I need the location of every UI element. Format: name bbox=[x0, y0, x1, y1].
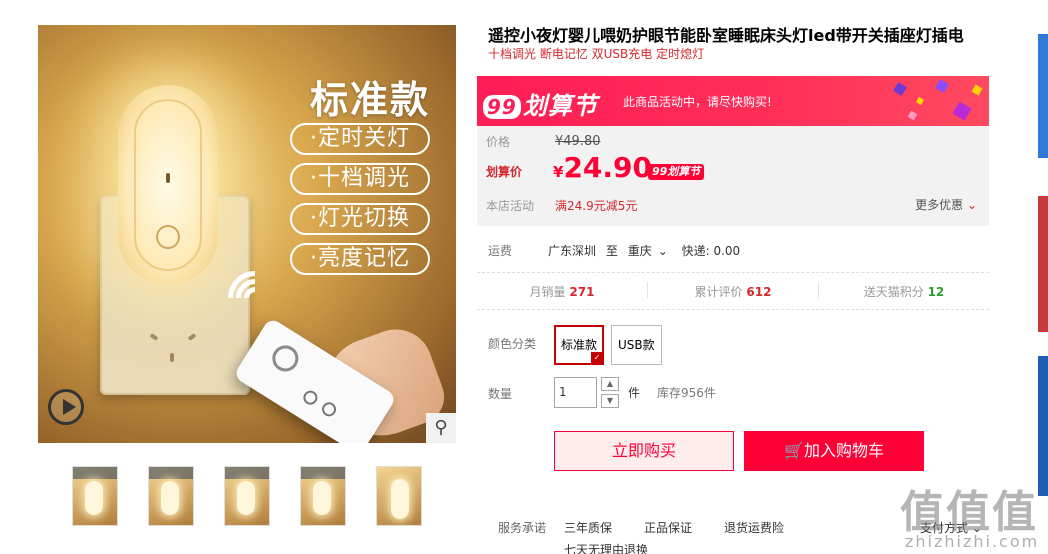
ship-from: 广东深圳 bbox=[548, 244, 597, 258]
store-promo[interactable]: 满24.9元减5元 bbox=[555, 197, 637, 214]
total-reviews[interactable]: 累计评价 612 bbox=[648, 283, 818, 300]
socket-hole bbox=[187, 333, 197, 341]
socket-hole bbox=[149, 333, 159, 341]
product-title: 遥控小夜灯婴儿喂奶护眼节能卧室睡眠床头灯led带开关插座灯插电 bbox=[488, 26, 964, 45]
sku-label: 颜色分类 bbox=[488, 337, 537, 351]
confetti bbox=[915, 96, 925, 106]
side-ad-image[interactable] bbox=[1038, 34, 1048, 158]
promo-feature: ·十档调光 bbox=[290, 163, 430, 195]
chevron-down-icon: ⌄ bbox=[657, 244, 668, 258]
promo-banner: 99 划算节 此商品活动中，请尽快购买! bbox=[477, 76, 989, 126]
buy-now-button[interactable]: 立即购买 bbox=[554, 431, 734, 471]
original-price-label: 价格 bbox=[486, 135, 511, 149]
promo-feature: ·亮度记忆 bbox=[290, 243, 430, 275]
power-icon bbox=[156, 225, 180, 249]
current-price: ¥24.90 bbox=[553, 151, 653, 184]
promo-title: 标准款 bbox=[309, 78, 430, 122]
monthly-sales: 月销量 271 bbox=[529, 285, 595, 299]
ship-to-word: 至 bbox=[605, 244, 618, 258]
promo-feature: ·灯光切换 bbox=[290, 203, 430, 235]
shipping-label: 运费 bbox=[488, 244, 513, 258]
sku-option-standard[interactable]: 标准款 bbox=[554, 325, 605, 365]
price-panel: 价格 ¥49.80 划算价 ¥24.90 99划算节 本店活动 满24.9元减5… bbox=[477, 126, 989, 226]
banner-logo: 99 划算节 bbox=[483, 86, 598, 121]
main-product-image[interactable]: 标准款 ·定时关灯 ·十档调光 ·灯光切换 ·亮度记忆 ⚲ bbox=[38, 25, 456, 443]
service-item[interactable]: 正品保证 bbox=[644, 519, 692, 536]
magnifier-icon[interactable]: ⚲ bbox=[426, 413, 456, 443]
thumbnail[interactable] bbox=[300, 466, 346, 526]
thumbnail[interactable] bbox=[224, 466, 270, 526]
current-price-label: 划算价 bbox=[486, 165, 523, 179]
quantity-label: 数量 bbox=[488, 387, 513, 401]
thumbnail[interactable] bbox=[148, 466, 194, 526]
product-subtitle: 十档调光 断电记忆 双USB充电 定时熄灯 bbox=[488, 47, 705, 61]
confetti bbox=[971, 84, 983, 96]
promo-badge: 99划算节 bbox=[648, 164, 705, 180]
promo-feature: ·定时关灯 bbox=[290, 123, 430, 155]
tmall-points: 送天猫积分 12 bbox=[863, 285, 945, 299]
socket-hole bbox=[170, 353, 174, 362]
chevron-down-icon: ⌄ bbox=[963, 198, 977, 212]
store-promo-label: 本店活动 bbox=[486, 199, 535, 213]
quantity-increase-button[interactable]: ▲ bbox=[601, 377, 619, 391]
service-item[interactable]: 七天无理由退换 bbox=[564, 541, 648, 554]
quantity-decrease-button[interactable]: ▼ bbox=[601, 394, 619, 408]
express-fee: 快递: 0.00 bbox=[681, 244, 741, 258]
watermark-url: zhizhizhi.com bbox=[905, 532, 1040, 551]
service-label: 服务承诺 bbox=[498, 521, 547, 535]
sku-option-usb[interactable]: USB款 bbox=[611, 325, 662, 365]
cart-icon: 🛒 bbox=[784, 441, 804, 460]
shipping-info: 广东深圳 至 重庆 ⌄ 快递: 0.00 bbox=[548, 242, 746, 259]
add-to-cart-button[interactable]: 🛒加入购物车 bbox=[744, 431, 924, 471]
watermark-logo: 值值值 bbox=[900, 487, 1038, 538]
play-icon[interactable] bbox=[48, 389, 84, 425]
ship-to-select[interactable]: 重庆 ⌄ bbox=[628, 244, 674, 258]
thumbnail[interactable] bbox=[72, 466, 118, 526]
quantity-unit: 件 bbox=[628, 386, 641, 400]
banner-text: 此商品活动中，请尽快购买! bbox=[623, 95, 772, 109]
thumbnail[interactable] bbox=[376, 466, 422, 526]
more-discounts-link[interactable]: 更多优惠 ⌄ bbox=[915, 196, 977, 213]
original-price: ¥49.80 bbox=[555, 134, 601, 149]
service-item[interactable]: 三年质保 bbox=[564, 519, 612, 536]
confetti bbox=[935, 79, 949, 93]
confetti bbox=[952, 101, 972, 121]
divider bbox=[477, 272, 989, 273]
service-item[interactable]: 退货运费险 bbox=[724, 519, 784, 536]
side-ad-image[interactable] bbox=[1038, 196, 1048, 332]
divider bbox=[477, 309, 989, 310]
sales-stats: 月销量 271 累计评价 612 送天猫积分 12 bbox=[477, 274, 989, 308]
side-ad-image[interactable] bbox=[1038, 356, 1048, 496]
confetti bbox=[893, 82, 907, 96]
quantity-input[interactable]: 1 bbox=[554, 377, 597, 408]
night-lamp-illustration bbox=[118, 85, 218, 285]
stock-count: 库存956件 bbox=[657, 386, 716, 400]
confetti bbox=[907, 110, 918, 121]
